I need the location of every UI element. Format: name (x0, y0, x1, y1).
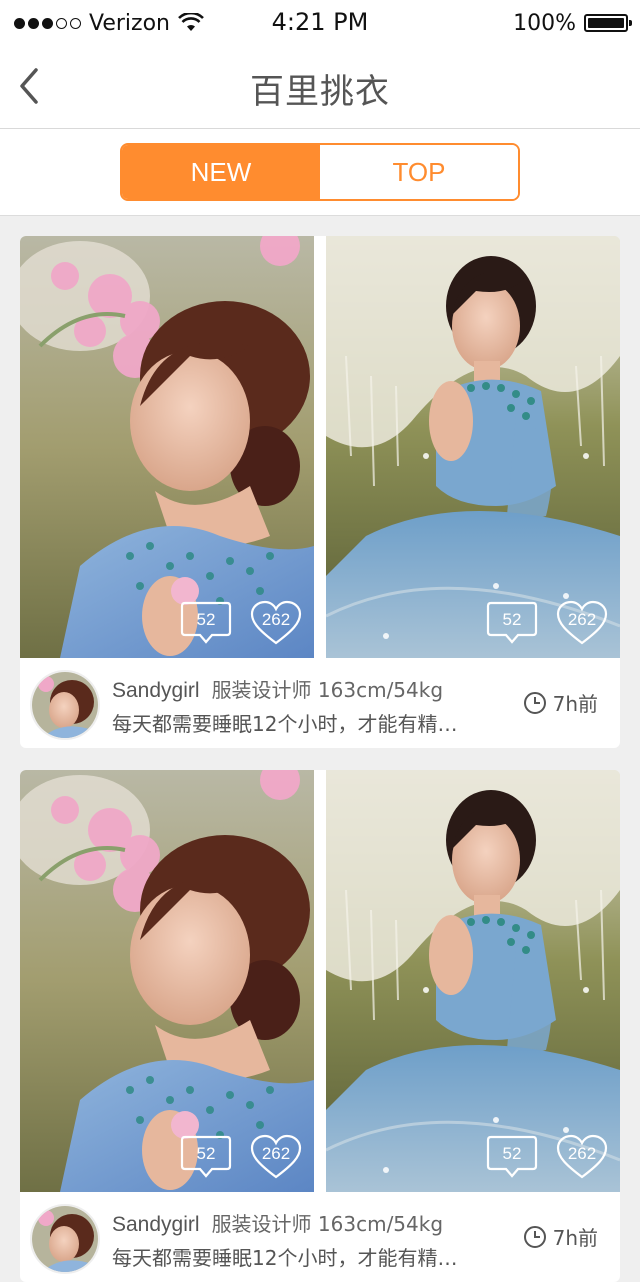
user-meta: 服装设计师 163cm/54kg (211, 678, 444, 702)
clock-icon (523, 1225, 546, 1248)
post-time: 7h前 (523, 1222, 598, 1251)
post-photos: 52 262 52 262 (20, 770, 620, 1192)
post-caption: 每天都需要睡眠12个小时，才能有精神的 (112, 712, 472, 736)
time-label: 7h前 (552, 1226, 598, 1250)
comment-count-badge[interactable]: 52 (486, 1134, 538, 1180)
post-photo[interactable]: 52 262 (20, 236, 314, 658)
post-info: Sandygirl 服装设计师 163cm/54kg 每天都需要睡眠12个小时，才… (20, 658, 620, 748)
tab-top[interactable]: TOP (320, 145, 518, 199)
comment-count-badge[interactable]: 52 (180, 600, 232, 646)
post-card[interactable]: 52 262 52 262 Sandygirl 服装设计师 163cm/54kg… (20, 236, 620, 748)
comment-count-badge[interactable]: 52 (180, 1134, 232, 1180)
like-count-badge[interactable]: 262 (250, 1134, 302, 1180)
post-info: Sandygirl 服装设计师 163cm/54kg 每天都需要睡眠12个小时，才… (20, 1192, 620, 1282)
user-line: Sandygirl 服装设计师 163cm/54kg (112, 1208, 443, 1237)
comment-count: 52 (502, 610, 522, 629)
post-photos: 52 262 52 262 (20, 236, 620, 658)
status-bar: Verizon 4:21 PM 100% (0, 0, 640, 46)
battery-percent: 100% (513, 10, 576, 36)
user-meta: 服装设计师 163cm/54kg (211, 1212, 444, 1236)
username[interactable]: Sandygirl (112, 1213, 200, 1236)
nav-bar: 百里挑衣 (0, 46, 640, 129)
like-count-badge[interactable]: 262 (556, 600, 608, 646)
status-right: 100% (513, 8, 632, 38)
comment-count: 52 (502, 1144, 522, 1163)
clock-icon (523, 691, 546, 714)
post-photo[interactable]: 52 262 (326, 236, 620, 658)
tab-new[interactable]: NEW (122, 145, 320, 199)
segmented-control: NEW TOP (120, 143, 520, 201)
time-label: 7h前 (552, 692, 598, 716)
post-caption: 每天都需要睡眠12个小时，才能有精神的 (112, 1246, 472, 1270)
like-count-badge[interactable]: 262 (250, 600, 302, 646)
user-line: Sandygirl 服装设计师 163cm/54kg (112, 674, 443, 703)
post-photo[interactable]: 52 262 (326, 770, 620, 1192)
avatar[interactable] (30, 1204, 100, 1274)
comment-count: 52 (196, 1144, 216, 1163)
segment-bar: NEW TOP (0, 129, 640, 216)
like-count: 262 (567, 1144, 597, 1163)
battery-icon (584, 14, 632, 32)
like-count: 262 (261, 1144, 291, 1163)
like-count: 262 (261, 610, 291, 629)
like-count-badge[interactable]: 262 (556, 1134, 608, 1180)
comment-count-badge[interactable]: 52 (486, 600, 538, 646)
avatar[interactable] (30, 670, 100, 740)
post-photo[interactable]: 52 262 (20, 770, 314, 1192)
username[interactable]: Sandygirl (112, 679, 200, 702)
like-count: 262 (567, 610, 597, 629)
post-card[interactable]: 52 262 52 262 Sandygirl 服装设计师 163cm/54kg… (20, 770, 620, 1282)
page-title: 百里挑衣 (250, 72, 390, 112)
post-time: 7h前 (523, 688, 598, 717)
comment-count: 52 (196, 610, 216, 629)
